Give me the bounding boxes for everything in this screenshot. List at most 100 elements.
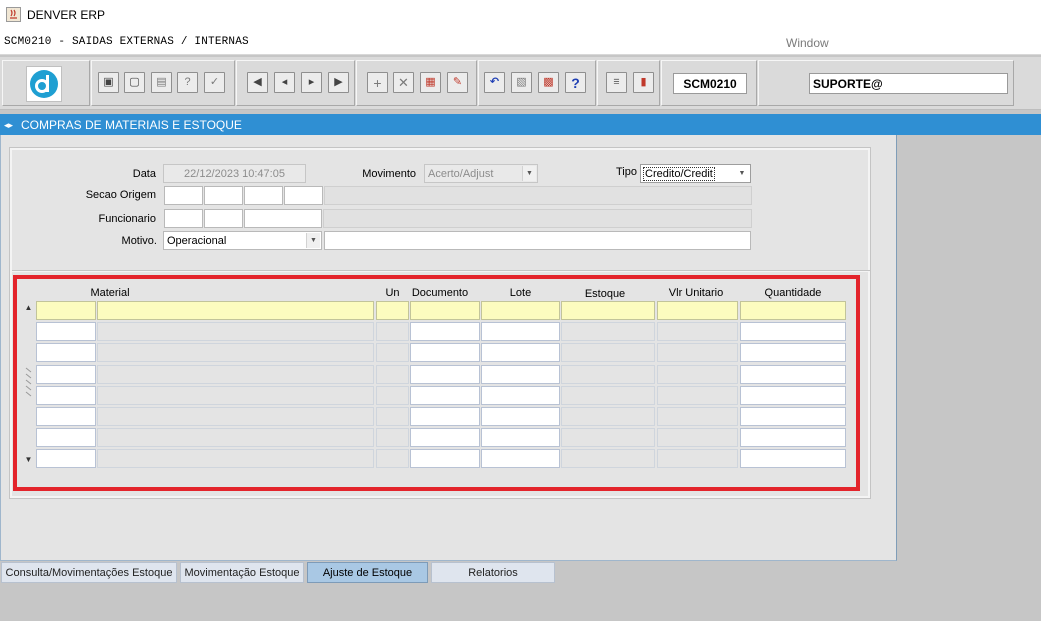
grid-cell-estoque[interactable] <box>561 301 655 320</box>
menu-bar: SCM0210 - SAIDAS EXTERNAS / INTERNAS Win… <box>0 30 1041 55</box>
col-header-material: Material <box>90 287 130 299</box>
list-values-icon[interactable]: ▩ <box>538 72 559 93</box>
grid-cell-vlr-unitario <box>657 365 738 384</box>
grid-cell-documento[interactable] <box>410 365 480 384</box>
grid-cell-material-code[interactable] <box>36 428 96 447</box>
funcionario-field-1[interactable] <box>164 209 203 228</box>
grid-cell-material-description <box>97 428 374 447</box>
java-app-icon <box>6 7 21 22</box>
save-icon[interactable]: ▣ <box>98 72 119 93</box>
grid-cell-estoque <box>561 449 655 468</box>
secao-origem-field-1[interactable] <box>164 186 203 205</box>
chevron-down-icon: ▼ <box>306 233 320 248</box>
previous-record-icon[interactable]: ◂ <box>274 72 295 93</box>
grid-cell-quantidade[interactable] <box>740 343 846 362</box>
secao-origem-field-4[interactable] <box>284 186 323 205</box>
grid-cell-material-code[interactable] <box>36 449 96 468</box>
chevron-down-icon: ▼ <box>735 166 749 181</box>
grid-cell-documento[interactable] <box>410 301 480 320</box>
grid-cell-lote[interactable] <box>481 322 560 341</box>
grid-cell-lote[interactable] <box>481 428 560 447</box>
movimento-select: Acerto/Adjust ▼ <box>424 164 538 183</box>
grid-cell-lote[interactable] <box>481 365 560 384</box>
print-icon[interactable]: ▤ <box>151 72 172 93</box>
funcionario-field-3[interactable] <box>244 209 322 228</box>
data-field: 22/12/2023 10:47:05 <box>163 164 306 183</box>
motivo-label: Motivo. <box>121 235 157 247</box>
grid-cell-material-code[interactable] <box>36 365 96 384</box>
grid-cell-documento[interactable] <box>410 343 480 362</box>
tipo-select[interactable]: Credito/Credit ▼ <box>640 164 751 183</box>
col-header-estoque: Estoque <box>584 288 626 300</box>
grid-cell-documento[interactable] <box>410 428 480 447</box>
motivo-select[interactable]: Operacional ▼ <box>163 231 322 250</box>
funcionario-field-2[interactable] <box>204 209 243 228</box>
grid-cell-lote[interactable] <box>481 301 560 320</box>
motivo-description-field[interactable] <box>324 231 751 250</box>
grid-cell-documento[interactable] <box>410 322 480 341</box>
grid-cell-material-description <box>97 407 374 426</box>
grid-cell-material-description <box>97 449 374 468</box>
secao-origem-description <box>324 186 752 205</box>
clear-block-icon[interactable]: ▦ <box>420 72 441 93</box>
grid-cell-un <box>376 407 409 426</box>
undo-icon[interactable]: ↶ <box>484 72 505 93</box>
secao-origem-field-3[interactable] <box>244 186 283 205</box>
grid-cell-quantidade[interactable] <box>740 428 846 447</box>
grid-cell-vlr-unitario <box>657 428 738 447</box>
section-divider <box>12 270 870 272</box>
clipboard-icon[interactable]: ▧ <box>511 72 532 93</box>
grid-cell-quantidade[interactable] <box>740 407 846 426</box>
scroll-up-icon[interactable]: ▲ <box>23 301 34 315</box>
tab-relatorios[interactable]: Relatorios <box>431 562 555 583</box>
grid-cell-material-code[interactable] <box>36 301 96 320</box>
scroll-track[interactable] <box>25 318 32 450</box>
help-icon[interactable]: ? <box>565 72 586 93</box>
execute-query-icon[interactable]: ✓ <box>204 72 225 93</box>
window-icon[interactable]: ▢ <box>124 72 145 93</box>
grid-cell-lote[interactable] <box>481 407 560 426</box>
grid-cell-material-code[interactable] <box>36 407 96 426</box>
grid-cell-quantidade[interactable] <box>740 322 846 341</box>
next-record-icon[interactable]: ▸ <box>301 72 322 93</box>
grid-cell-documento[interactable] <box>410 386 480 405</box>
grid-cell-material-code[interactable] <box>36 386 96 405</box>
module-header: ◂▸ COMPRAS DE MATERIAIS E ESTOQUE <box>0 114 1041 135</box>
last-record-icon[interactable]: ▶ <box>328 72 349 93</box>
grid-cell-vlr-unitario[interactable] <box>657 301 738 320</box>
menu-icon[interactable]: ☰ <box>606 72 627 93</box>
query-icon[interactable]: ? <box>177 72 198 93</box>
secao-origem-label: Secao Origem <box>85 189 156 201</box>
exit-icon[interactable]: ▮ <box>633 72 654 93</box>
tab-movimentacao-estoque[interactable]: Movimentação Estoque <box>180 562 304 583</box>
grid-cell-material-description[interactable] <box>97 301 374 320</box>
grid-cell-quantidade[interactable] <box>740 386 846 405</box>
grid-cell-quantidade[interactable] <box>740 449 846 468</box>
grid-cell-un[interactable] <box>376 301 409 320</box>
grid-cell-documento[interactable] <box>410 449 480 468</box>
grid-cell-lote[interactable] <box>481 449 560 468</box>
window-menu[interactable]: Window <box>786 36 829 50</box>
clear-form-icon[interactable]: ✎ <box>447 72 468 93</box>
grid-cell-documento[interactable] <box>410 407 480 426</box>
grid-cell-un <box>376 365 409 384</box>
grid-cell-quantidade[interactable] <box>740 301 846 320</box>
tab-ajuste-estoque[interactable]: Ajuste de Estoque <box>307 562 428 583</box>
first-record-icon[interactable]: ◀ <box>247 72 268 93</box>
grid-cell-material-description <box>97 365 374 384</box>
grid-cell-material-code[interactable] <box>36 322 96 341</box>
tab-consulta-movimentacoes[interactable]: Consulta/Movimentações Estoque <box>1 562 177 583</box>
denver-logo-icon <box>26 66 62 102</box>
secao-origem-field-2[interactable] <box>204 186 243 205</box>
grid-cell-lote[interactable] <box>481 386 560 405</box>
chevron-down-icon: ▼ <box>522 166 536 181</box>
col-header-quantidade: Quantidade <box>764 287 822 299</box>
grid-cell-lote[interactable] <box>481 343 560 362</box>
insert-record-icon[interactable]: + <box>367 72 388 93</box>
delete-record-icon[interactable]: ✕ <box>393 72 414 93</box>
motivo-value: Operacional <box>167 234 227 247</box>
scroll-down-icon[interactable]: ▼ <box>23 453 34 467</box>
grid-cell-material-code[interactable] <box>36 343 96 362</box>
grid-cell-quantidade[interactable] <box>740 365 846 384</box>
app-title: DENVER ERP <box>27 8 106 22</box>
